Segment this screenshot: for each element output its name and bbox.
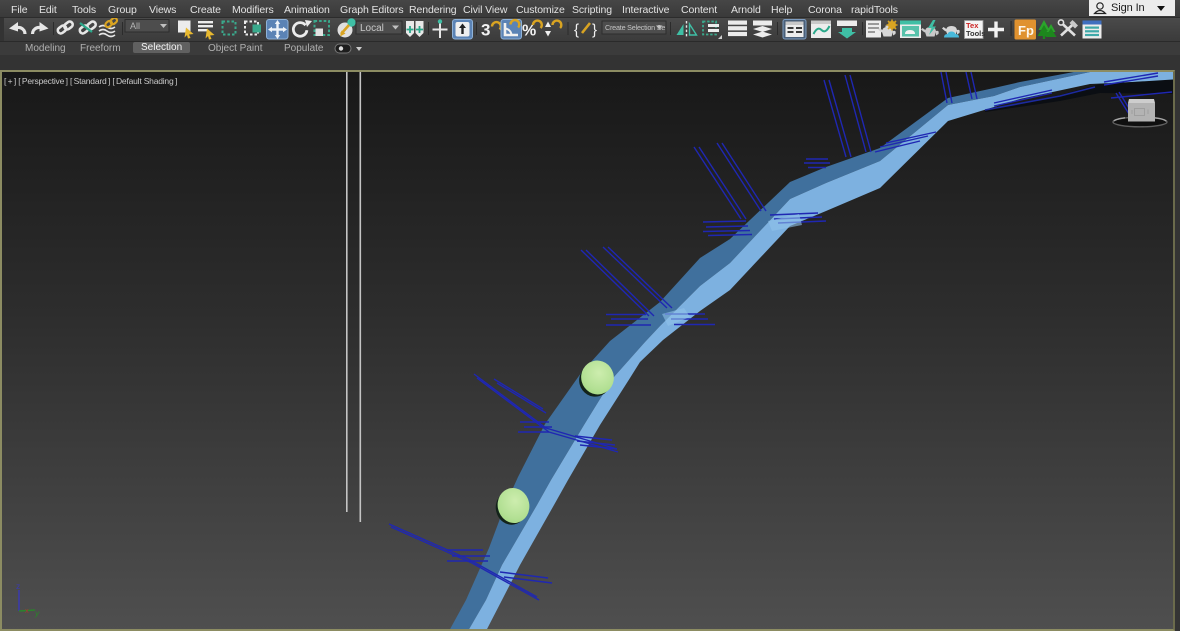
- svg-text:Fp: Fp: [1018, 23, 1034, 38]
- svg-text:{: {: [574, 22, 579, 39]
- svg-text:All: All: [130, 21, 140, 31]
- svg-text:x: x: [25, 606, 29, 615]
- svg-text:3: 3: [481, 21, 490, 40]
- svg-text:y: y: [34, 608, 40, 618]
- svg-text:z: z: [16, 581, 20, 591]
- svg-text:}: }: [592, 22, 597, 39]
- svg-text:Local: Local: [360, 23, 384, 34]
- svg-text:Tools: Tools: [966, 29, 985, 38]
- svg-text:%: %: [522, 23, 536, 40]
- svg-text:Create Selection Se: Create Selection Se: [605, 23, 665, 32]
